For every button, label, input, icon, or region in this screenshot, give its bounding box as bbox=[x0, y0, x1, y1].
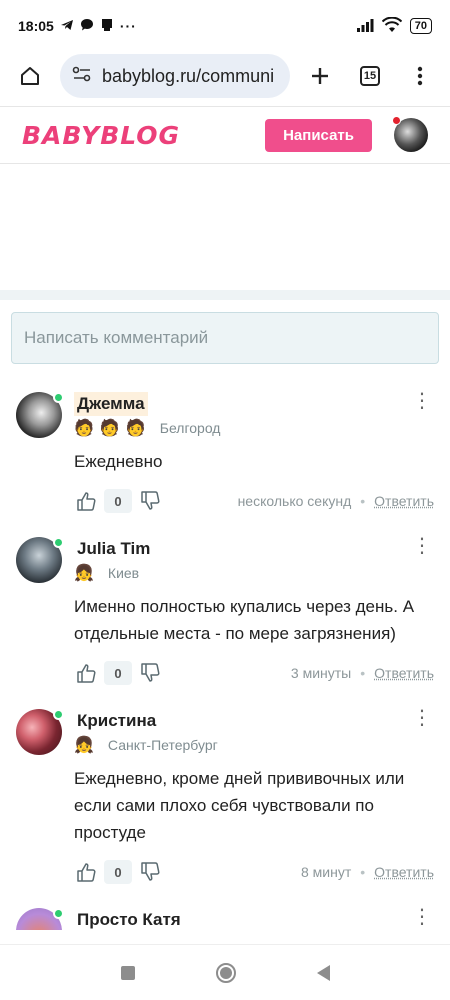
commenter-name[interactable]: Кристина bbox=[74, 709, 159, 733]
comment-menu-icon[interactable]: ⋮ bbox=[410, 708, 434, 728]
home-button[interactable] bbox=[10, 56, 50, 96]
status-badge-icon: 🧑 bbox=[74, 420, 94, 437]
kebab-menu-icon bbox=[417, 66, 423, 86]
online-indicator bbox=[53, 709, 64, 720]
recents-button[interactable] bbox=[120, 965, 135, 980]
home-nav-button[interactable] bbox=[215, 962, 236, 983]
url-text: babyblog.ru/communi bbox=[102, 65, 275, 86]
thumbs-down-icon[interactable] bbox=[138, 489, 162, 513]
reply-link[interactable]: Ответить bbox=[374, 665, 434, 681]
comment-text: Именно полностью купались через день. А … bbox=[74, 597, 415, 643]
commenter-name[interactable]: Джемма bbox=[74, 392, 148, 416]
thumbs-up-icon[interactable] bbox=[74, 860, 98, 884]
status-right: 70 bbox=[356, 16, 432, 36]
address-bar[interactable]: babyblog.ru/communi bbox=[60, 54, 290, 98]
babyblog-logo[interactable]: BABYBLOG bbox=[22, 121, 180, 150]
back-button[interactable] bbox=[316, 964, 330, 981]
plus-icon bbox=[312, 68, 328, 84]
comment-item: Julia Tim 👧 Киев ⋮ Именно полностью купа… bbox=[0, 536, 450, 685]
commenter-city: Белгород bbox=[159, 420, 221, 436]
write-button[interactable]: Написать bbox=[265, 118, 372, 152]
status-badge-icon: 🧑 bbox=[125, 420, 146, 437]
user-avatar[interactable] bbox=[392, 116, 428, 152]
comment-item: Джемма 🧑 🧑 🧑 Белгород ⋮ Ежедневно 0 неск… bbox=[0, 391, 450, 513]
comment-text: Ежедневно bbox=[74, 452, 163, 471]
comment-text: Ежедневно, кроме дней прививочных или ес… bbox=[74, 769, 405, 842]
notification-icon bbox=[100, 18, 114, 35]
status-left: 18:05 ··· bbox=[18, 18, 137, 35]
thumbs-down-icon[interactable] bbox=[138, 860, 162, 884]
notification-dot bbox=[392, 116, 401, 125]
commenter-name[interactable]: Julia Tim bbox=[74, 537, 153, 561]
comment-item: Просто Катя ⋮ bbox=[0, 908, 450, 930]
commenter-city: Санкт-Петербург bbox=[107, 737, 218, 753]
reply-link[interactable]: Ответить bbox=[374, 493, 434, 509]
tabs-count: 15 bbox=[360, 66, 380, 86]
vote-count: 0 bbox=[104, 489, 132, 513]
home-icon bbox=[21, 67, 39, 85]
commenter-avatar[interactable] bbox=[16, 709, 64, 755]
content-blank-area bbox=[0, 164, 450, 290]
comment-input-wrap bbox=[0, 300, 450, 364]
browser-menu-button[interactable] bbox=[400, 56, 440, 96]
signal-icon bbox=[356, 18, 374, 35]
more-icon: ··· bbox=[119, 18, 137, 34]
thumbs-up-icon[interactable] bbox=[74, 489, 98, 513]
status-badge-icon: 🧑 bbox=[99, 420, 120, 437]
online-indicator bbox=[53, 908, 64, 919]
status-badge-icon: 👧 bbox=[74, 737, 94, 754]
commenter-city: Киев bbox=[107, 565, 140, 581]
comment-menu-icon[interactable]: ⋮ bbox=[410, 391, 434, 411]
comment-menu-icon[interactable]: ⋮ bbox=[410, 908, 434, 927]
tabs-button[interactable]: 15 bbox=[350, 56, 390, 96]
new-tab-button[interactable] bbox=[300, 56, 340, 96]
header-actions: Написать bbox=[265, 116, 428, 152]
site-settings-icon[interactable] bbox=[72, 65, 92, 88]
site-header: BABYBLOG Написать bbox=[0, 106, 450, 164]
online-indicator bbox=[53, 537, 64, 548]
battery-icon: 70 bbox=[409, 18, 432, 34]
comment-item: Кристина 👧 Санкт-Петербург ⋮ Ежедневно, … bbox=[0, 708, 450, 884]
thumbs-up-icon[interactable] bbox=[74, 661, 98, 685]
commenter-avatar[interactable] bbox=[16, 392, 64, 438]
status-badge-icon: 👧 bbox=[74, 565, 94, 582]
comment-input[interactable] bbox=[11, 312, 439, 364]
comment-time: 3 минуты bbox=[290, 665, 352, 681]
online-indicator bbox=[53, 392, 64, 403]
vote-count: 0 bbox=[104, 860, 132, 884]
wifi-icon bbox=[381, 16, 402, 36]
thumbs-down-icon[interactable] bbox=[138, 661, 162, 685]
clock: 18:05 bbox=[18, 18, 54, 34]
telegram-icon bbox=[60, 18, 74, 35]
browser-toolbar: babyblog.ru/communi 15 bbox=[0, 52, 450, 100]
comments-list: Джемма 🧑 🧑 🧑 Белгород ⋮ Ежедневно 0 неск… bbox=[0, 364, 450, 930]
comment-time: 8 минут bbox=[300, 864, 352, 880]
comment-time: несколько секунд bbox=[237, 493, 352, 509]
section-separator bbox=[0, 290, 450, 300]
commenter-avatar[interactable] bbox=[16, 908, 64, 930]
status-bar: 18:05 ··· 70 bbox=[0, 0, 450, 52]
commenter-name[interactable]: Просто Катя bbox=[74, 908, 184, 930]
chat-bubble-icon bbox=[80, 18, 94, 35]
reply-link[interactable]: Ответить bbox=[374, 864, 434, 880]
comment-menu-icon[interactable]: ⋮ bbox=[410, 536, 434, 556]
commenter-avatar[interactable] bbox=[16, 537, 64, 583]
vote-count: 0 bbox=[104, 661, 132, 685]
system-nav-bar bbox=[0, 944, 450, 1000]
